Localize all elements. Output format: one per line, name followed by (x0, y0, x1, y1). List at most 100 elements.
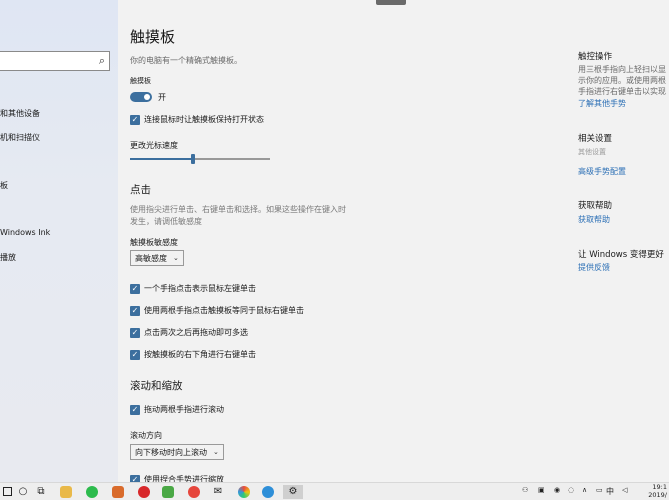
dropdown-value: 向下移动时向上滚动 (135, 447, 207, 457)
taskbar-wechat[interactable] (84, 485, 100, 499)
touchpad-toggle[interactable] (130, 92, 152, 102)
checkbox-label: 一个手指点击表示鼠标左键单击 (144, 284, 256, 293)
folder-icon (60, 486, 72, 498)
checkbox-label: 拖动两根手指进行滚动 (144, 405, 224, 414)
improve-windows-heading: 让 Windows 变得更好 (578, 250, 664, 260)
touch-gestures-heading: 触控操作 (578, 52, 613, 62)
nav-item-printers[interactable]: 机和扫描仪 (0, 132, 40, 143)
check-icon: ✓ (130, 474, 140, 482)
app-icon (238, 486, 250, 498)
check-icon: ✓ (130, 114, 140, 125)
checkbox-label: 按触摸板的右下角进行右键单击 (144, 350, 256, 359)
nav-item-label: 板 (0, 181, 8, 190)
check-icon: ✓ (130, 327, 140, 338)
chevron-down-icon: ⌄ (213, 448, 219, 456)
search-input[interactable]: ⌕ (0, 51, 110, 71)
taskbar-app-colorful[interactable] (236, 485, 252, 499)
app-icon (162, 486, 174, 498)
task-view-icon: ⧉ (37, 486, 45, 497)
get-help-heading: 获取帮助 (578, 201, 613, 211)
tray-app-icon[interactable]: ▣ (538, 486, 545, 494)
nav-item-label: 播放 (0, 253, 16, 262)
cursor-speed-fill (130, 158, 193, 160)
search-button[interactable]: ○ (16, 485, 30, 499)
page-subtitle: 你的电脑有一个精确式触摸板。 (130, 56, 242, 65)
scroll-indicator[interactable] (376, 0, 406, 5)
clock-time: 19:1 (652, 483, 667, 491)
tap-description: 使用指尖进行单击、右键单击和选择。如果这些操作在键入时发生，请调低敏感度 (130, 205, 346, 226)
nav-item-label: 机和扫描仪 (0, 133, 40, 142)
check-icon: ✓ (130, 404, 140, 415)
nav-item-label: 和其他设备 (0, 109, 40, 118)
scroll-direction-dropdown[interactable]: 向下移动时向上滚动 ⌄ (130, 444, 224, 460)
browser-icon (188, 486, 200, 498)
nav-item-bluetooth-devices[interactable]: 和其他设备 (0, 108, 40, 119)
network-icon[interactable]: ▭ (596, 486, 603, 494)
nav-item-autoplay[interactable]: 播放 (0, 252, 16, 263)
get-help-link[interactable]: 获取帮助 (578, 214, 610, 225)
taskbar-browser-blue[interactable] (260, 485, 276, 499)
windows-icon (2, 487, 12, 496)
related-settings-heading: 相关设置 (578, 134, 613, 144)
two-finger-scroll-checkbox[interactable]: ✓ 拖动两根手指进行滚动 (130, 404, 224, 415)
tray-app-icon[interactable]: ◌ (568, 486, 574, 494)
touchpad-toggle-state: 开 (158, 93, 166, 102)
bottom-right-press-checkbox[interactable]: ✓ 按触摸板的右下角进行右键单击 (130, 349, 256, 360)
touch-gestures-desc: 用三根手指向上轻扫以显示你的应用。或使用两根手指进行右键单击以实现右键单击效果。 (578, 65, 666, 96)
give-feedback-link[interactable]: 提供反馈 (578, 262, 610, 273)
check-icon: ✓ (130, 349, 140, 360)
taskbar-netease-music[interactable] (136, 485, 152, 499)
tray-person-icon[interactable]: ⚇ (522, 486, 528, 494)
mail-icon: ✉ (213, 486, 223, 497)
start-button[interactable] (0, 485, 14, 499)
learn-gestures-link[interactable]: 了解其他手势 (578, 98, 626, 109)
task-view-button[interactable]: ⧉ (34, 485, 48, 499)
cursor-speed-label: 更改光标速度 (130, 141, 178, 150)
search-icon[interactable]: ⌕ (99, 54, 105, 68)
cursor-speed-thumb[interactable] (191, 154, 195, 164)
taskbar-file-explorer[interactable] (58, 485, 74, 499)
chevron-up-icon[interactable]: ∧ (582, 486, 587, 494)
checkbox-label: 使用捏合手势进行缩放 (144, 475, 224, 482)
sensitivity-dropdown[interactable]: 高敏感度 ⌄ (130, 250, 184, 266)
nav-item-windows-ink[interactable]: Windows Ink (0, 228, 50, 237)
page-title: 触摸板 (130, 28, 176, 46)
taskbar-settings[interactable]: ⚙ (283, 485, 303, 499)
clock-date: 2019/ (648, 491, 667, 499)
taskbar-app-orange[interactable] (110, 485, 126, 499)
taskbar: ○ ⧉ ✉ ⚙ ⚇ ▣ ◉ ◌ ∧ ▭ 中 ◁ 19:1 2019/ (0, 482, 669, 500)
search-circle-icon: ○ (18, 486, 28, 497)
dropdown-value: 高敏感度 (135, 253, 167, 263)
tray-app-icon[interactable]: ◉ (554, 486, 560, 494)
volume-icon[interactable]: ◁ (622, 486, 627, 494)
checkbox-label: 连接鼠标时让触摸板保持打开状态 (144, 115, 264, 124)
nav-item-label: Windows Ink (0, 228, 51, 237)
taskbar-clock[interactable]: 19:1 2019/ (648, 483, 667, 499)
tap-heading: 点击 (130, 184, 151, 196)
wechat-icon (86, 486, 98, 498)
keep-touchpad-on-checkbox[interactable]: ✓ 连接鼠标时让触摸板保持打开状态 (130, 114, 264, 125)
taskbar-app-green[interactable] (160, 485, 176, 499)
touchpad-toggle-label: 触摸板 (130, 77, 151, 85)
toggle-knob (144, 94, 150, 100)
chevron-down-icon: ⌄ (173, 254, 179, 262)
scroll-zoom-heading: 滚动和缩放 (130, 380, 183, 392)
app-icon (112, 486, 124, 498)
double-tap-drag-checkbox[interactable]: ✓ 点击两次之后再拖动即可多选 (130, 327, 248, 338)
taskbar-browser-red[interactable] (186, 485, 202, 499)
related-settings-item[interactable]: 其他设置 (578, 147, 606, 158)
browser-icon (262, 486, 274, 498)
nav-item-touchpad[interactable]: 板 (0, 180, 8, 191)
gear-icon: ⚙ (288, 486, 298, 497)
ime-indicator[interactable]: 中 (606, 486, 614, 497)
two-finger-tap-checkbox[interactable]: ✓ 使用两根手指点击触摸板等同于鼠标右键单击 (130, 305, 304, 316)
check-icon: ✓ (130, 283, 140, 294)
check-icon: ✓ (130, 305, 140, 316)
advanced-gestures-link[interactable]: 高级手势配置 (578, 166, 626, 177)
taskbar-mail[interactable]: ✉ (210, 485, 226, 499)
pinch-zoom-checkbox[interactable]: ✓ 使用捏合手势进行缩放 (130, 474, 224, 482)
checkbox-label: 使用两根手指点击触摸板等同于鼠标右键单击 (144, 306, 304, 315)
settings-nav: ⌕ 和其他设备 机和扫描仪 板 Windows Ink 播放 (0, 0, 118, 482)
one-finger-tap-checkbox[interactable]: ✓ 一个手指点击表示鼠标左键单击 (130, 283, 256, 294)
main-content: 触摸板 你的电脑有一个精确式触摸板。 触摸板 开 ✓ 连接鼠标时让触摸板保持打开… (118, 0, 669, 482)
